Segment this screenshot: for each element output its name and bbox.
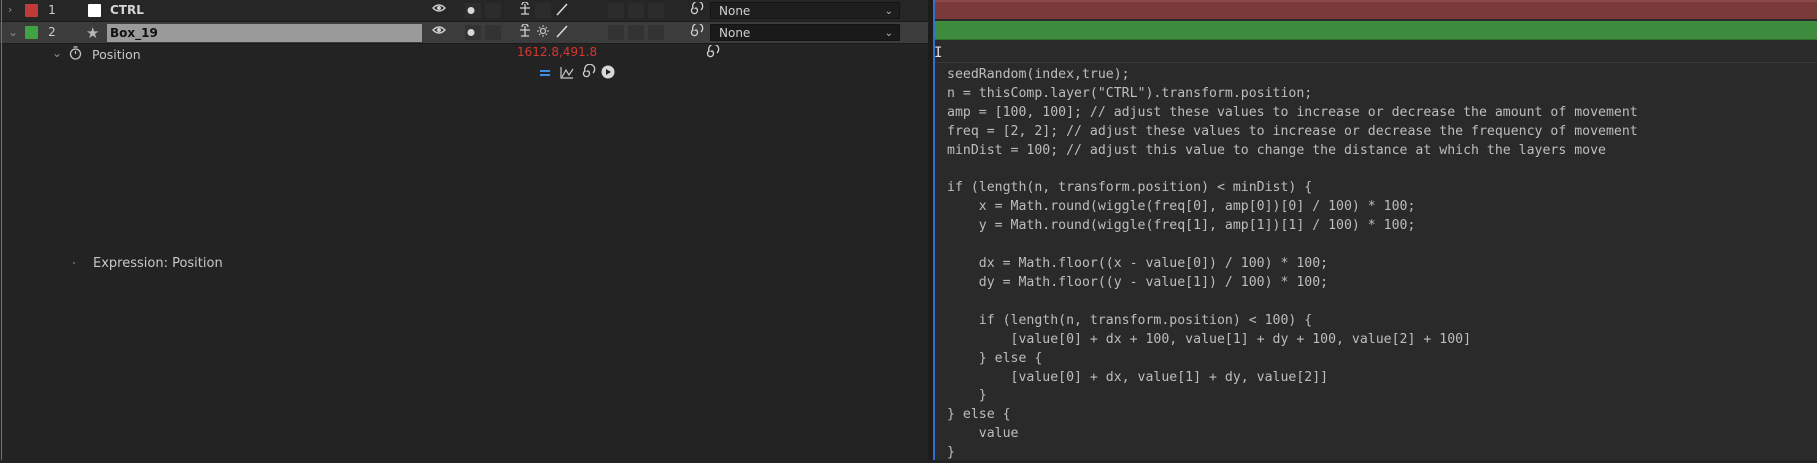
layer-name-field[interactable]: Box_19 [107,24,422,42]
collapse-toggle[interactable] [535,3,551,18]
effect-toggle[interactable] [608,25,624,40]
solo-dot-icon[interactable] [465,25,481,40]
layer-index: 2 [48,25,56,39]
shy-icon[interactable] [517,23,533,41]
chevron-down-icon: ⌄ [884,6,893,17]
quality-slash-icon[interactable] [554,2,570,19]
pickwhip-icon[interactable] [688,22,704,41]
layer-row-box19[interactable]: ⌄ 2 ★ Box_19 None ⌄ [0,22,928,44]
timeline-area: seedRandom(index,true); n = thisComp.lay… [935,0,1817,460]
pickwhip-icon[interactable] [688,0,704,19]
layer-index: 1 [48,3,56,17]
shy-icon[interactable] [517,1,533,19]
timeline-bar-box19[interactable] [935,21,1817,40]
eye-icon[interactable] [432,24,446,39]
timeline-bar-ctrl-edge [935,0,1817,2]
parent-dropdown[interactable]: None ⌄ [710,2,900,19]
chevron-down-icon: ⌄ [884,28,893,39]
lock-toggle[interactable] [485,25,501,40]
layer-row-ctrl[interactable]: › 1 CTRL None ⌄ [0,0,928,22]
chevron-down-icon[interactable]: ⌄ [8,26,18,38]
text-cursor-icon: I [934,45,943,61]
label-color-swatch[interactable] [25,26,38,39]
timeline-bar-box19-edge [935,39,1817,40]
parent-dropdown[interactable]: None ⌄ [710,24,900,41]
graph-icon[interactable] [559,65,575,84]
layer-panel: › 1 CTRL None ⌄ ⌄ 2 ★ Box_19 None ⌄ ⌄ Po… [0,0,933,460]
panel-edge [1,0,2,460]
bullet-dot [73,262,75,264]
chevron-down-icon[interactable]: ⌄ [52,47,62,59]
expression-label: Expression: Position [93,256,223,271]
adjustment-toggle[interactable] [648,3,664,18]
shape-layer-star-icon: ★ [86,24,100,42]
parent-value: None [719,26,751,40]
position-value[interactable]: 1612.8,491.8 [517,45,597,59]
label-color-swatch[interactable] [25,4,38,17]
chevron-right-icon[interactable]: › [8,4,18,15]
property-name: Position [92,47,141,62]
solo-dot-icon[interactable] [465,3,481,18]
language-menu-icon[interactable] [600,64,616,84]
effect-toggle[interactable] [608,3,624,18]
layer-name[interactable]: CTRL [110,3,144,17]
motion-blur-toggle[interactable] [628,25,644,40]
parent-value: None [719,4,751,18]
eye-icon[interactable] [432,2,446,17]
pickwhip-icon[interactable] [580,63,596,84]
stopwatch-icon[interactable] [68,45,83,64]
property-row-position[interactable]: ⌄ Position [0,44,928,65]
adjustment-toggle[interactable] [648,25,664,40]
timeline-bar-ctrl[interactable] [935,0,1817,19]
lock-toggle[interactable] [485,3,501,18]
solid-icon [88,4,101,17]
expression-editor[interactable]: seedRandom(index,true); n = thisComp.lay… [947,66,1638,463]
motion-blur-toggle[interactable] [628,3,644,18]
sun-collapse-icon[interactable] [535,24,551,41]
enable-expression-icon[interactable] [538,65,552,84]
expression-separator [935,62,1817,63]
pickwhip-icon[interactable] [704,43,720,62]
quality-slash-icon[interactable] [554,24,570,41]
